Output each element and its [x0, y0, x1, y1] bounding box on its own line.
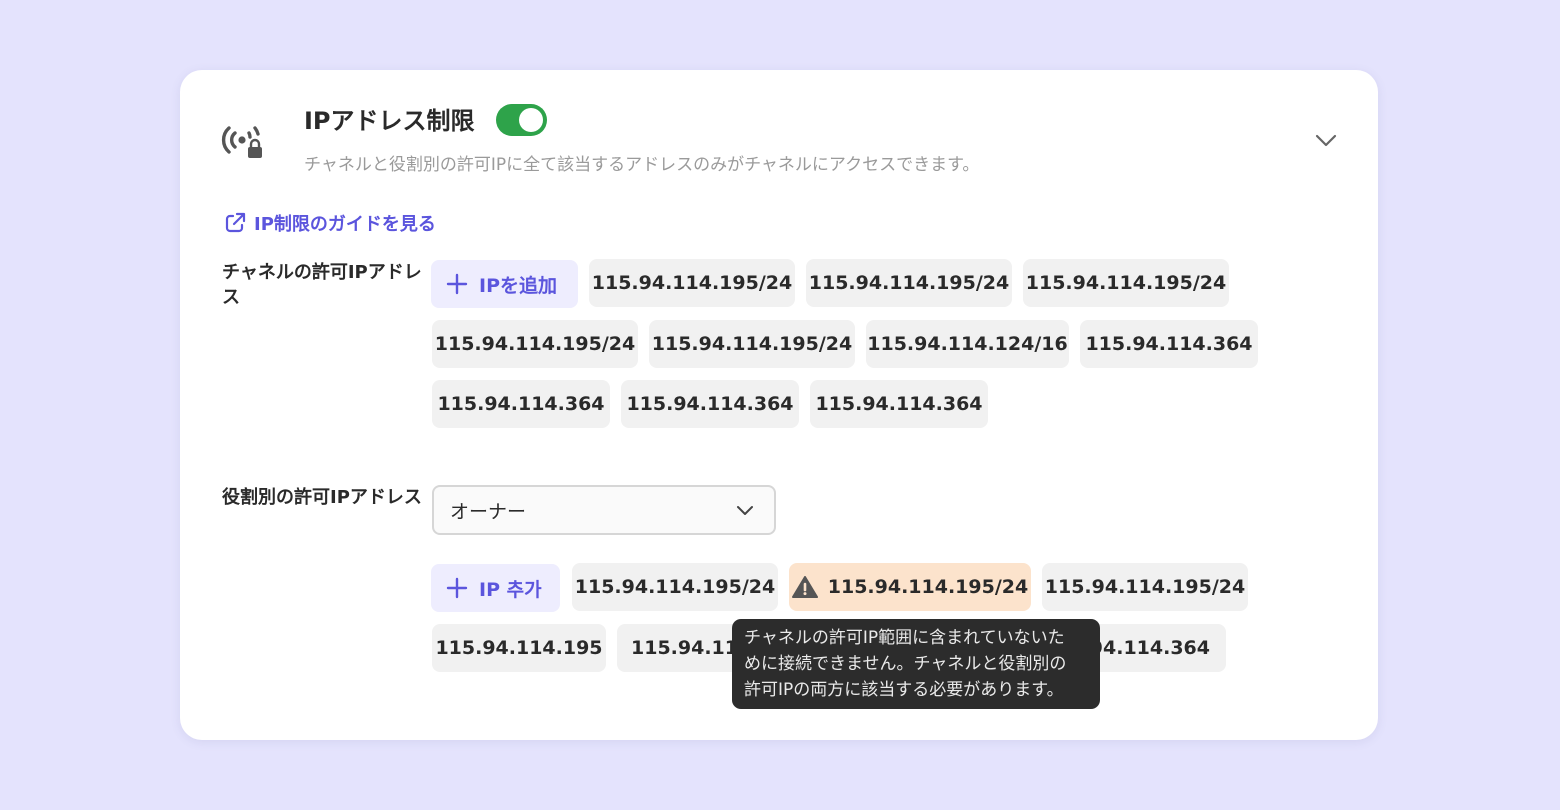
toggle-knob [519, 108, 543, 132]
role-ip-chip[interactable]: 115.94.114.195 [432, 624, 606, 672]
add-ip-label: IP 추가 [479, 578, 542, 601]
plus-icon [446, 273, 468, 295]
warning-ip-text: 115.94.114.195/24 [827, 576, 1029, 598]
tooltip-line: めに接続できません。チャネルと役割別の [744, 654, 1067, 674]
chevron-down-icon[interactable] [1314, 130, 1338, 150]
channel-ip-chip[interactable]: 115.94.114.364 [621, 380, 799, 428]
add-ip-label: IPを追加 [479, 274, 557, 297]
add-channel-ip-button[interactable]: IPを追加 [431, 260, 578, 308]
chevron-down-icon [737, 506, 753, 515]
role-ip-chip[interactable]: 115.94.114.195/24 [572, 563, 778, 611]
role-select-value: オーナー [450, 500, 527, 523]
channel-ip-chip[interactable]: 115.94.114.124/16 [866, 320, 1069, 368]
role-ip-chip-warning[interactable]: 115.94.114.195/24 [789, 563, 1031, 611]
channel-ip-chip[interactable]: 115.94.114.364 [1080, 320, 1258, 368]
ip-restriction-card: IPアドレス制限 チャネルと役割別の許可IPに全て該当するアドレスのみがチャネル… [180, 70, 1378, 740]
add-role-ip-button[interactable]: IP 추가 [431, 564, 560, 612]
ip-guide-link[interactable]: IP制限のガイドを見る [224, 210, 436, 236]
channel-ip-chip[interactable]: 115.94.114.364 [810, 380, 988, 428]
channel-ip-chip[interactable]: 115.94.114.195/24 [589, 259, 795, 307]
plus-icon [446, 577, 468, 599]
ip-restriction-toggle[interactable] [496, 104, 547, 136]
page-title: IPアドレス制限 [304, 107, 475, 135]
channel-ip-chip[interactable]: 115.94.114.195/24 [649, 320, 855, 368]
channel-ip-chip[interactable]: 115.94.114.195/24 [432, 320, 638, 368]
role-select[interactable]: オーナー [432, 485, 776, 535]
description-text: チャネルと役割別の許可IPに全て該当するアドレスのみがチャネルにアクセスできます… [304, 155, 980, 175]
channel-ip-chip[interactable]: 115.94.114.195/24 [806, 259, 1012, 307]
tooltip-line: チャネルの許可IP範囲に含まれていないた [744, 628, 1065, 648]
channel-ip-label: チャネルの許可IPアドレス [222, 262, 422, 308]
warning-icon [791, 576, 818, 598]
tooltip-line: 許可IPの両方に該当する必要があります。 [744, 680, 1064, 700]
role-ip-label: 役割別の許可IPアドレス [222, 487, 422, 508]
guide-link-label: IP制限のガイドを見る [254, 214, 436, 235]
warning-tooltip: チャネルの許可IP範囲に含まれていないた めに接続できません。チャネルと役割別の… [732, 619, 1100, 709]
role-ip-chip[interactable]: 115.94.114.195/24 [1042, 563, 1248, 611]
channel-ip-chip[interactable]: 115.94.114.195/24 [1023, 259, 1229, 307]
channel-ip-chip[interactable]: 115.94.114.364 [432, 380, 610, 428]
signal-lock-icon [221, 126, 262, 158]
external-link-icon [225, 212, 246, 233]
